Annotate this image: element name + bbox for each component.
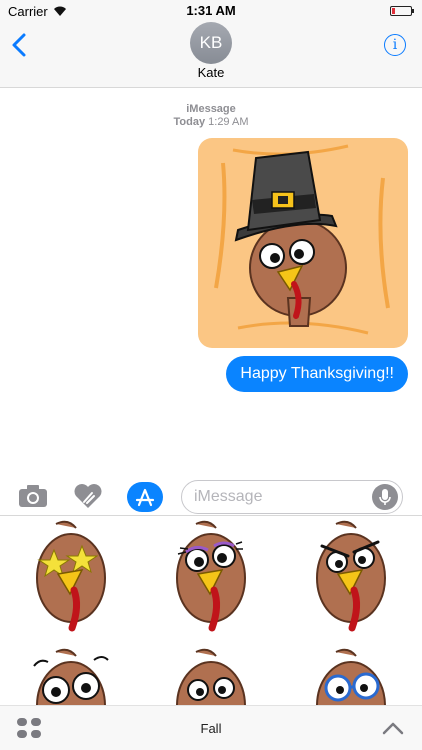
- message-timestamp: Today 1:29 AM: [0, 116, 422, 128]
- clock: 1:31 AM: [186, 3, 236, 18]
- timestamp-day: Today: [173, 116, 206, 128]
- turkey-angry-sticker[interactable]: [306, 516, 396, 636]
- battery-level-fill: [392, 8, 395, 14]
- status-bar: Carrier 1:31 AM: [0, 0, 422, 22]
- turkey-surprised-illustration: [176, 648, 246, 705]
- turkey-wide-eyes-illustration: [33, 648, 109, 705]
- info-icon[interactable]: i: [384, 34, 406, 56]
- turkey-glasses-illustration: [316, 648, 386, 705]
- message-field[interactable]: [181, 480, 403, 514]
- turkey-lashes-illustration: [176, 520, 246, 632]
- turkey-surprised-sticker[interactable]: [166, 644, 256, 705]
- app-store-button[interactable]: [127, 482, 163, 512]
- turkey-glasses-sticker[interactable]: [306, 644, 396, 705]
- sticker-drawer: [0, 515, 422, 705]
- sticker-pack-name: Fall: [200, 721, 222, 736]
- sent-pilgrim-turkey-sticker[interactable]: [198, 138, 408, 348]
- turkey-angry-illustration: [316, 520, 386, 632]
- battery-icon: [390, 6, 414, 16]
- service-label: iMessage: [186, 103, 236, 115]
- turkey-star-eyes-illustration: [36, 520, 106, 632]
- sent-message-bubble[interactable]: Happy Thanksgiving!!: [226, 356, 408, 392]
- contact-avatar[interactable]: KB: [190, 22, 232, 64]
- avatar-initials: KB: [199, 33, 223, 52]
- camera-icon[interactable]: [18, 484, 48, 508]
- digital-touch-icon[interactable]: [73, 482, 103, 510]
- microphone-button[interactable]: [372, 484, 398, 510]
- turkey-lashes-sticker[interactable]: [166, 516, 256, 636]
- chevron-up-icon[interactable]: [382, 720, 404, 736]
- back-chevron-icon[interactable]: [8, 32, 32, 58]
- turkey-star-eyes-sticker[interactable]: [26, 516, 116, 636]
- timestamp-time: 1:29 AM: [208, 116, 249, 128]
- sticker-pack-bar: Fall: [0, 705, 422, 750]
- pilgrim-turkey-illustration: [198, 138, 408, 348]
- microphone-icon: [379, 489, 391, 505]
- contact-name[interactable]: Kate: [0, 65, 422, 80]
- message-input[interactable]: [194, 481, 374, 513]
- app-store-icon: [135, 488, 155, 507]
- conversation-header: KB Kate i: [0, 22, 422, 88]
- turkey-wide-eyes-sticker[interactable]: [26, 644, 116, 705]
